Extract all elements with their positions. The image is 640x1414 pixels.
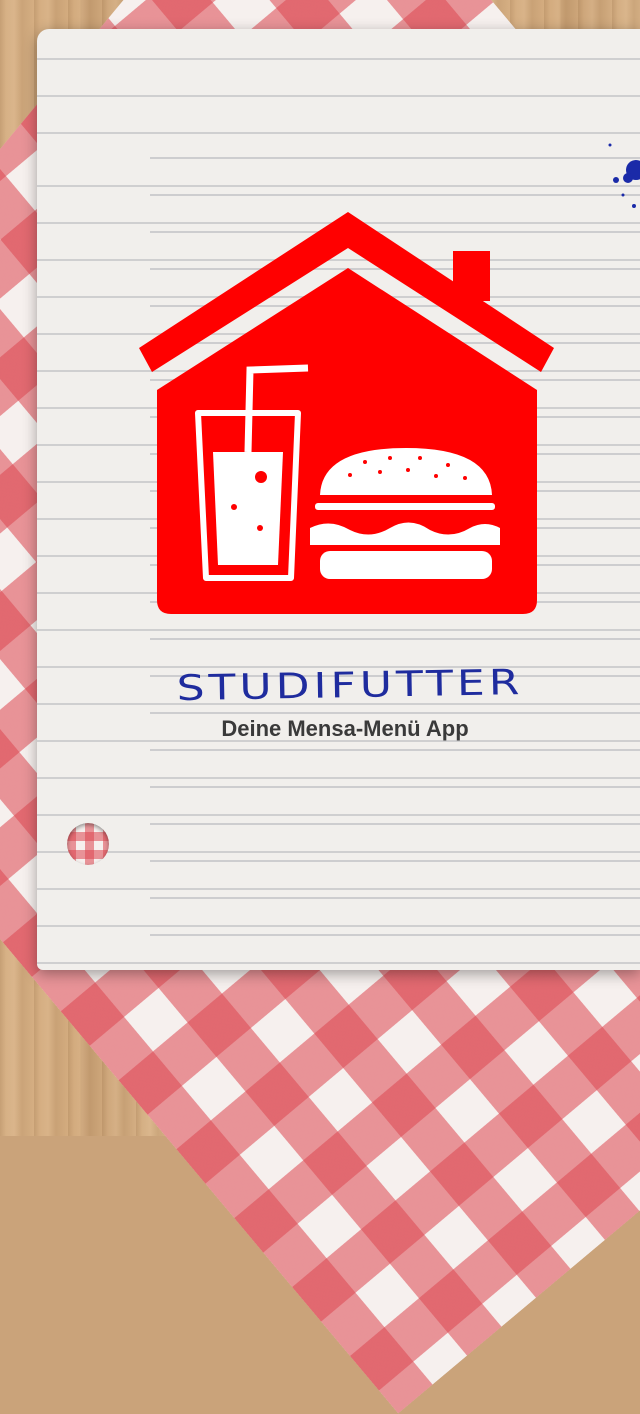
app-title: STUDIFUTTER [176,662,524,709]
app-subtitle: Deine Mensa-Menü App [221,716,469,741]
house-with-drink-and-burger-icon [139,212,554,614]
